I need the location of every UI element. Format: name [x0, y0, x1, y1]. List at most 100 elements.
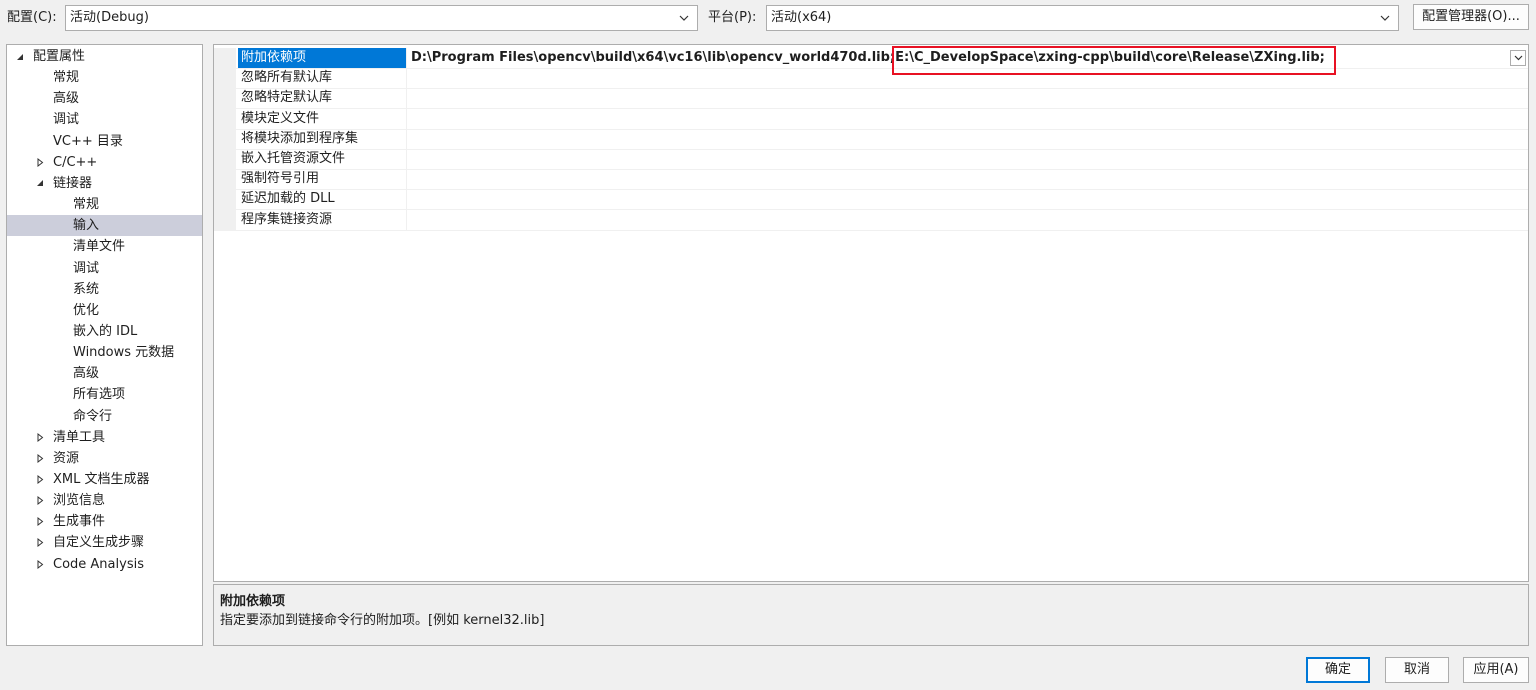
- property-row[interactable]: 模块定义文件: [214, 108, 1528, 130]
- tree-item[interactable]: 命令行: [7, 406, 202, 427]
- tree-item[interactable]: 输入: [7, 215, 202, 237]
- apply-button[interactable]: 应用(A): [1463, 657, 1529, 683]
- tree-item[interactable]: Windows 元数据: [7, 342, 202, 363]
- tree-item[interactable]: 资源: [7, 448, 202, 469]
- tree-item[interactable]: XML 文档生成器: [7, 469, 202, 490]
- description-text: 指定要添加到链接命令行的附加项。[例如 kernel32.lib]: [220, 613, 545, 628]
- tree-item[interactable]: 常规: [7, 194, 202, 215]
- property-value[interactable]: [408, 189, 1528, 209]
- tree-item[interactable]: 嵌入的 IDL: [7, 321, 202, 342]
- property-row[interactable]: 嵌入托管资源文件: [214, 149, 1528, 170]
- tree-collapsed-icon[interactable]: [35, 469, 45, 490]
- tree-item[interactable]: 优化: [7, 300, 202, 321]
- tree-item-label: Code Analysis: [53, 556, 144, 572]
- tree-item[interactable]: VC++ 目录: [7, 131, 202, 152]
- tree-item-label: 优化: [73, 302, 100, 318]
- property-value[interactable]: [408, 210, 1528, 230]
- config-value: 活动(Debug): [70, 10, 149, 25]
- property-value[interactable]: [408, 149, 1528, 169]
- platform-combo[interactable]: 活动(x64): [766, 5, 1399, 31]
- property-name: 忽略所有默认库: [238, 68, 407, 89]
- tree-item-label: C/C++: [53, 154, 98, 170]
- tree-item-label: 调试: [53, 112, 80, 128]
- tree-item[interactable]: 链接器: [7, 173, 202, 194]
- tree-item[interactable]: 常规: [7, 67, 202, 88]
- tree-item[interactable]: 高级: [7, 88, 202, 109]
- property-value[interactable]: [408, 68, 1528, 88]
- config-label: 配置(C):: [7, 10, 57, 25]
- description-panel: 附加依赖项 指定要添加到链接命令行的附加项。[例如 kernel32.lib]: [213, 584, 1529, 646]
- tree-item-label: 常规: [53, 70, 80, 86]
- tree-item[interactable]: 配置属性: [7, 46, 202, 67]
- property-grid: 附加依赖项 D:\Program Files\opencv\build\x64\v…: [213, 44, 1529, 582]
- property-row[interactable]: 强制符号引用: [214, 169, 1528, 191]
- tree-expanded-icon[interactable]: [15, 46, 25, 67]
- tree-item[interactable]: Code Analysis: [7, 554, 202, 575]
- tree-item[interactable]: 系统: [7, 279, 202, 300]
- tree-item-label: 自定义生成步骤: [53, 535, 145, 551]
- row-gutter: [214, 189, 236, 210]
- tree-item[interactable]: 浏览信息: [7, 490, 202, 511]
- property-value[interactable]: [408, 88, 1528, 108]
- tree-item[interactable]: 清单工具: [7, 427, 202, 448]
- row-gutter: [214, 128, 236, 149]
- tree-item[interactable]: 自定义生成步骤: [7, 532, 202, 553]
- config-combo[interactable]: 活动(Debug): [65, 5, 698, 31]
- tree-item[interactable]: C/C++: [7, 152, 202, 173]
- tree-item-label: VC++ 目录: [53, 133, 123, 149]
- tree-item[interactable]: 调试: [7, 258, 202, 279]
- ok-button[interactable]: 确定: [1306, 657, 1370, 683]
- tree-collapsed-icon[interactable]: [35, 490, 45, 511]
- property-row[interactable]: 程序集链接资源: [214, 209, 1528, 231]
- tree-item[interactable]: 生成事件: [7, 511, 202, 532]
- property-row[interactable]: 忽略所有默认库: [214, 68, 1528, 90]
- property-value[interactable]: [408, 109, 1528, 129]
- tree-expanded-icon[interactable]: [35, 173, 45, 194]
- cancel-button[interactable]: 取消: [1385, 657, 1449, 683]
- tree-item-label: XML 文档生成器: [53, 472, 150, 487]
- tree-item-label: 调试: [73, 260, 100, 276]
- tree-item-label: 嵌入的 IDL: [73, 323, 138, 339]
- config-manager-button[interactable]: 配置管理器(O)...: [1413, 4, 1529, 30]
- row-gutter: [214, 68, 236, 89]
- property-name: 将模块添加到程序集: [238, 128, 407, 149]
- tree-item-label: 系统: [73, 281, 100, 297]
- tree-item-label: 高级: [73, 366, 100, 382]
- tree-item-label: 高级: [53, 91, 80, 107]
- tree-collapsed-icon[interactable]: [35, 152, 45, 173]
- tree-item[interactable]: 调试: [7, 109, 202, 130]
- property-row[interactable]: 忽略特定默认库: [214, 88, 1528, 110]
- property-row[interactable]: 延迟加载的 DLL: [214, 189, 1528, 211]
- property-row[interactable]: 附加依赖项 D:\Program Files\opencv\build\x64\v…: [214, 46, 1528, 75]
- tree-item-label: 常规: [73, 197, 100, 213]
- tree-collapsed-icon[interactable]: [35, 448, 45, 469]
- tree-item-label: Windows 元数据: [73, 345, 175, 361]
- value-dropdown-button[interactable]: [1510, 50, 1526, 66]
- property-value[interactable]: [408, 129, 1528, 149]
- property-name: 忽略特定默认库: [238, 88, 407, 109]
- row-gutter: [214, 108, 236, 129]
- chevron-down-icon: [677, 6, 691, 30]
- row-gutter: [214, 149, 236, 169]
- row-gutter: [214, 209, 236, 230]
- property-name: 程序集链接资源: [238, 209, 407, 230]
- property-name: 强制符号引用: [238, 169, 407, 190]
- property-row[interactable]: 将模块添加到程序集: [214, 128, 1528, 150]
- tree-item-label: 输入: [73, 218, 100, 234]
- platform-label: 平台(P):: [708, 10, 757, 25]
- tree-collapsed-icon[interactable]: [35, 427, 45, 448]
- tree-item[interactable]: 所有选项: [7, 384, 202, 405]
- tree-item-label: 清单文件: [73, 239, 126, 255]
- property-value[interactable]: [408, 169, 1528, 189]
- tree-collapsed-icon[interactable]: [35, 554, 45, 575]
- chevron-down-icon: [1378, 6, 1392, 30]
- tree-item[interactable]: 高级: [7, 363, 202, 384]
- tree-item-label: 链接器: [53, 175, 93, 191]
- property-name: 模块定义文件: [238, 108, 407, 129]
- row-gutter: [214, 88, 236, 109]
- tree-collapsed-icon[interactable]: [35, 511, 45, 532]
- tree-item-label: 资源: [53, 450, 80, 466]
- tree-collapsed-icon[interactable]: [35, 532, 45, 553]
- tree-item[interactable]: 清单文件: [7, 236, 202, 257]
- tree-item-label: 配置属性: [33, 49, 86, 64]
